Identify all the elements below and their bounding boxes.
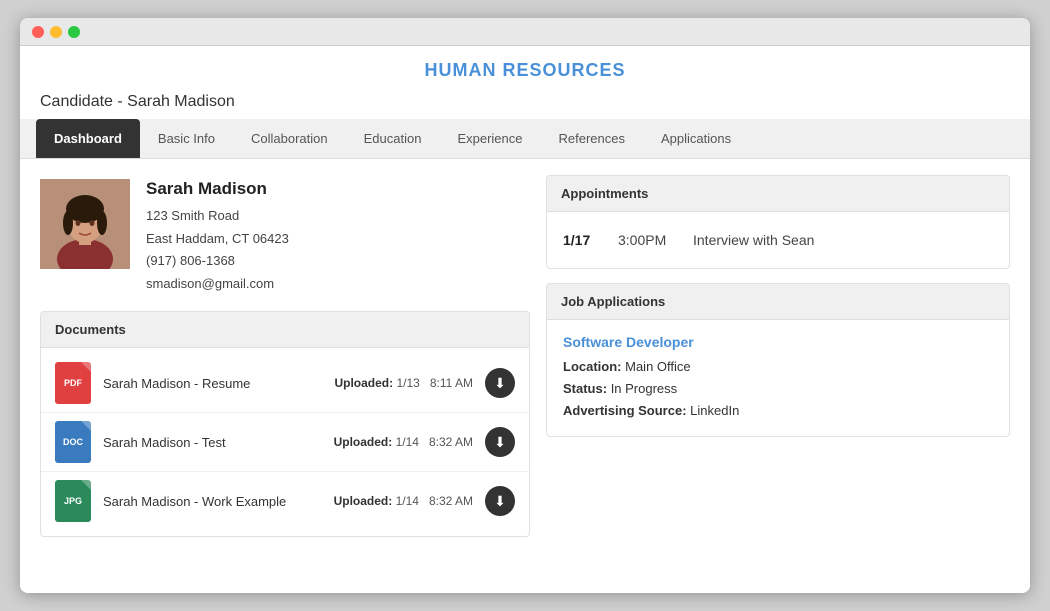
tab-dashboard[interactable]: Dashboard bbox=[36, 119, 140, 158]
candidate-label: Candidate - Sarah Madison bbox=[40, 93, 235, 110]
job-status: Status: In Progress bbox=[563, 378, 993, 400]
job-advertising-value: LinkedIn bbox=[690, 403, 739, 418]
appt-time: 3:00PM bbox=[618, 232, 673, 248]
close-button[interactable] bbox=[32, 26, 44, 38]
avatar bbox=[40, 179, 130, 269]
tab-references[interactable]: References bbox=[540, 119, 642, 158]
doc-name-work-example: Sarah Madison - Work Example bbox=[103, 494, 322, 509]
documents-body: PDF Sarah Madison - Resume Uploaded: 1/1… bbox=[41, 348, 529, 536]
doc-upload-test: Uploaded: 1/14 8:32 AM bbox=[334, 435, 473, 449]
job-applications-header: Job Applications bbox=[547, 284, 1009, 320]
candidate-name-bar: Candidate - Sarah Madison bbox=[20, 89, 1030, 119]
app-title: HUMAN RESOURCES bbox=[424, 60, 625, 80]
app-header: HUMAN RESOURCES bbox=[20, 46, 1030, 89]
profile-card: Sarah Madison 123 Smith Road East Haddam… bbox=[40, 175, 530, 297]
doc-name-resume: Sarah Madison - Resume bbox=[103, 376, 322, 391]
profile-name: Sarah Madison bbox=[146, 179, 289, 199]
doc-upload-resume: Uploaded: 1/13 8:11 AM bbox=[334, 376, 473, 390]
profile-phone: (917) 806-1368 bbox=[146, 251, 289, 271]
profile-info: Sarah Madison 123 Smith Road East Haddam… bbox=[146, 179, 289, 293]
left-panel: Sarah Madison 123 Smith Road East Haddam… bbox=[40, 175, 530, 577]
doc-upload-work: Uploaded: 1/14 8:32 AM bbox=[334, 494, 473, 508]
job-advertising-source: Advertising Source: LinkedIn bbox=[563, 400, 993, 422]
job-location-label: Location: bbox=[563, 359, 622, 374]
appointments-section: Appointments 1/17 3:00PM Interview with … bbox=[546, 175, 1010, 269]
job-location: Location: Main Office bbox=[563, 356, 993, 378]
tab-basic-info[interactable]: Basic Info bbox=[140, 119, 233, 158]
maximize-button[interactable] bbox=[68, 26, 80, 38]
main-content: Sarah Madison 123 Smith Road East Haddam… bbox=[20, 159, 1030, 593]
doc-name-test: Sarah Madison - Test bbox=[103, 435, 322, 450]
download-button-resume[interactable]: ⬇ bbox=[485, 368, 515, 398]
job-applications-body: Software Developer Location: Main Office… bbox=[547, 320, 1009, 436]
appointment-row: 1/17 3:00PM Interview with Sean bbox=[547, 218, 1009, 262]
job-applications-section: Job Applications Software Developer Loca… bbox=[546, 283, 1010, 437]
documents-header: Documents bbox=[41, 312, 529, 348]
app-window: HUMAN RESOURCES Candidate - Sarah Madiso… bbox=[20, 18, 1030, 593]
job-status-value: In Progress bbox=[611, 381, 677, 396]
tab-bar: Dashboard Basic Info Collaboration Educa… bbox=[20, 119, 1030, 159]
tab-collaboration[interactable]: Collaboration bbox=[233, 119, 346, 158]
jpg-icon: JPG bbox=[55, 480, 91, 522]
titlebar bbox=[20, 18, 1030, 46]
document-row: DOC Sarah Madison - Test Uploaded: 1/14 … bbox=[41, 413, 529, 472]
tab-education[interactable]: Education bbox=[346, 119, 440, 158]
app-content: HUMAN RESOURCES Candidate - Sarah Madiso… bbox=[20, 46, 1030, 593]
tab-applications[interactable]: Applications bbox=[643, 119, 749, 158]
download-button-work-example[interactable]: ⬇ bbox=[485, 486, 515, 516]
appointments-header: Appointments bbox=[547, 176, 1009, 212]
document-row: JPG Sarah Madison - Work Example Uploade… bbox=[41, 472, 529, 530]
profile-email: smadison@gmail.com bbox=[146, 274, 289, 294]
appointments-body: 1/17 3:00PM Interview with Sean bbox=[547, 212, 1009, 268]
job-status-label: Status: bbox=[563, 381, 607, 396]
document-row: PDF Sarah Madison - Resume Uploaded: 1/1… bbox=[41, 354, 529, 413]
profile-address2: East Haddam, CT 06423 bbox=[146, 229, 289, 249]
tab-experience[interactable]: Experience bbox=[439, 119, 540, 158]
job-location-value: Main Office bbox=[625, 359, 691, 374]
job-title[interactable]: Software Developer bbox=[563, 334, 993, 350]
appt-date: 1/17 bbox=[563, 232, 598, 248]
documents-section: Documents PDF Sarah Madison - Resume Upl… bbox=[40, 311, 530, 537]
right-panel: Appointments 1/17 3:00PM Interview with … bbox=[546, 175, 1010, 577]
doc-icon: DOC bbox=[55, 421, 91, 463]
pdf-icon: PDF bbox=[55, 362, 91, 404]
minimize-button[interactable] bbox=[50, 26, 62, 38]
job-advertising-label: Advertising Source: bbox=[563, 403, 687, 418]
profile-address1: 123 Smith Road bbox=[146, 206, 289, 226]
download-button-test[interactable]: ⬇ bbox=[485, 427, 515, 457]
appt-description: Interview with Sean bbox=[693, 232, 814, 248]
